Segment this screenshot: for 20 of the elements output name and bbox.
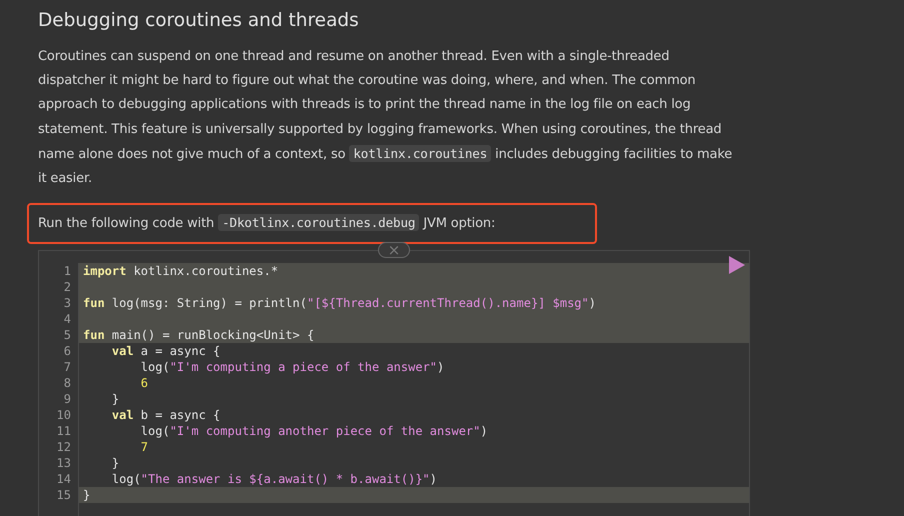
code-line: } [110,392,120,406]
paragraph: Coroutines can suspend on one thread and resume on another thread. Even with a single-threaded dispatcher it might be hard to figure out what the coroutine was doing, where, and when. The common approach to debugging applications with threads is to print the thread name in the log file on each log statement. This feature is universally supported by logging frameworks. When using coroutines, the thread name alone does not give much of a context, so kotlinx.coroutines includes debugging facilities to make it easier. [38,48,734,188]
section-heading: Debugging coroutines and threads [38,9,360,33]
code-line: val b = async { [110,408,220,422]
close-button[interactable]: × [378,242,410,258]
code-line: 6 [140,376,148,390]
code-line: import kotlinx.coroutines.* [83,264,278,278]
code-line: 7 [140,440,148,454]
paragraph: Run the following code with -Dkotlinx.coroutines.debug JVM option: [38,213,496,234]
inline-code: -Dkotlinx.coroutines.debug [218,214,420,232]
inline-code: kotlinx.coroutines [349,144,492,162]
code-line: fun main() = runBlocking<Unit> { [83,328,314,342]
code-line: } [110,456,120,470]
run-icon[interactable] [728,255,746,276]
code-line: } [83,488,90,502]
code-line: log("I'm computing another piece of the answer") [140,424,488,438]
code-line: val a = async { [110,344,220,358]
code-line: log("The answer is ${a.await() * b.await()}") [110,472,438,486]
code-line: log("I'm computing a piece of the answer") [140,360,444,374]
code-line: fun log(msg: String) = println("[${Thread.currentThread().name}] $msg") [83,296,596,310]
